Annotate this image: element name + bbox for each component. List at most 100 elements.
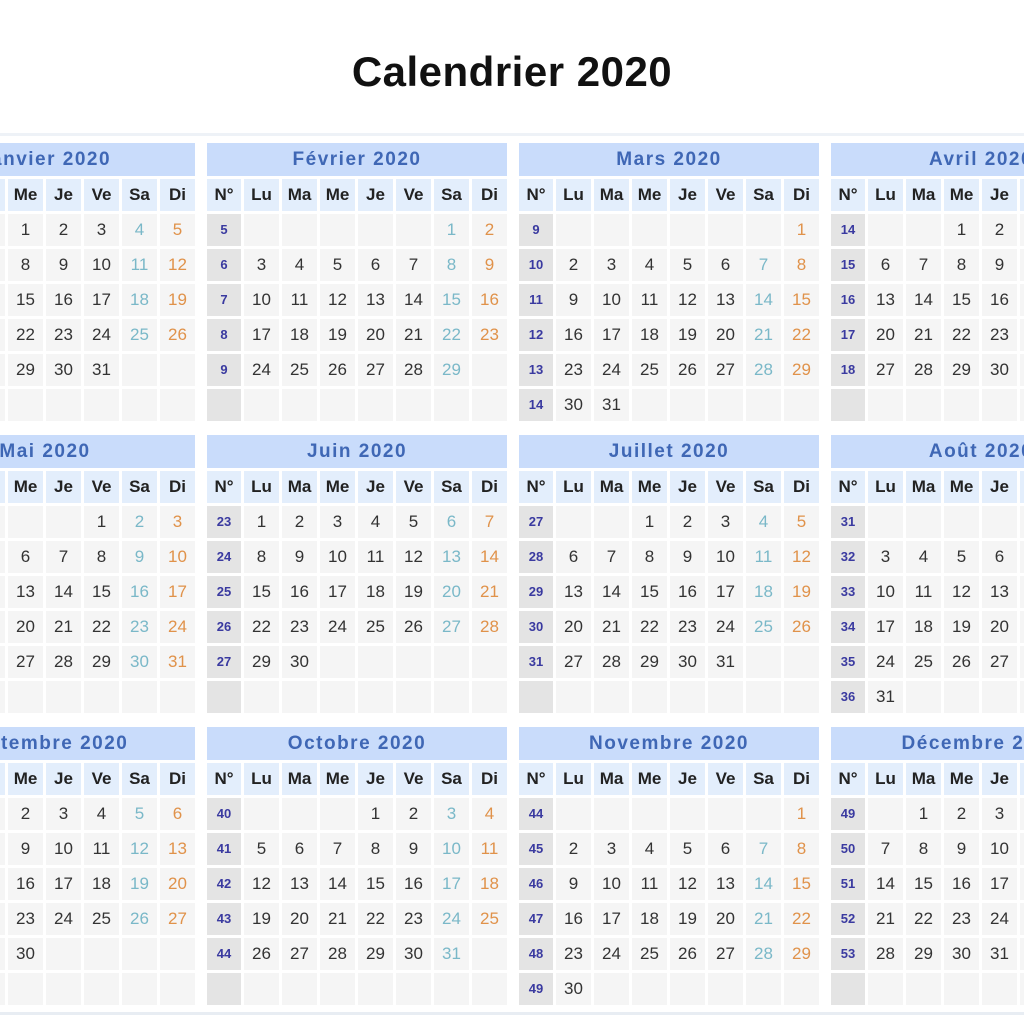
month-grid: N° Lu Ma Me Je Ve Sa Di 9 1 10 2 3 4 5 6 7 8 11 9 10 11 12 13 14… — [519, 179, 819, 421]
day-cell-sunday: 16 — [472, 284, 507, 316]
month-title: Octobre 2020 — [207, 727, 507, 760]
day-cell: 11 — [632, 284, 667, 316]
day-cell: 7 — [320, 833, 355, 865]
day-cell-sunday: 15 — [784, 284, 819, 316]
weekday-header: Ma — [282, 179, 317, 211]
day-cell-sunday — [160, 938, 195, 970]
week-number: 35 — [831, 646, 865, 678]
day-cell: 21 — [1020, 611, 1024, 643]
day-cell-sunday: 12 — [160, 249, 195, 281]
day-cell: 13 — [708, 284, 743, 316]
day-cell: 24 — [84, 319, 119, 351]
day-cell: 4 — [84, 798, 119, 830]
day-cell: 17 — [84, 284, 119, 316]
day-cell-sunday — [472, 973, 507, 1005]
day-cell: 5 — [244, 833, 279, 865]
day-cell — [868, 389, 903, 421]
day-cell: 1 — [244, 506, 279, 538]
day-cell: 22 — [0, 903, 5, 935]
day-cell: 6 — [358, 249, 393, 281]
week-number-header: N° — [519, 763, 553, 795]
weekday-header: Je — [46, 471, 81, 503]
week-number: 44 — [207, 938, 241, 970]
day-cell — [46, 973, 81, 1005]
week-number: 10 — [519, 249, 553, 281]
day-cell: 9 — [670, 541, 705, 573]
day-cell — [46, 938, 81, 970]
day-cell: 6 — [708, 249, 743, 281]
day-cell: 16 — [982, 284, 1017, 316]
day-cell: 27 — [982, 646, 1017, 678]
weekday-header: Me — [944, 471, 979, 503]
day-cell: 19 — [244, 903, 279, 935]
day-cell-sunday — [472, 354, 507, 386]
day-cell: 27 — [8, 646, 43, 678]
day-cell-saturday — [746, 214, 781, 246]
day-cell: 10 — [708, 541, 743, 573]
day-cell — [320, 681, 355, 713]
week-number: 48 — [519, 938, 553, 970]
weekday-header: Di — [784, 471, 819, 503]
month-grid: N°LuMaMeJeVeSaDi112345267891011123131415… — [0, 179, 195, 421]
weekday-header: Ve — [396, 763, 431, 795]
day-cell: 14 — [320, 868, 355, 900]
day-cell: 13 — [868, 284, 903, 316]
day-cell: 23 — [282, 611, 317, 643]
month-title: Décembre 2020 — [831, 727, 1024, 760]
week-number: 18 — [831, 354, 865, 386]
day-cell: 1 — [84, 506, 119, 538]
weekday-header: Me — [320, 471, 355, 503]
day-cell-sunday: 27 — [160, 903, 195, 935]
day-cell-sunday: 11 — [472, 833, 507, 865]
week-number: 6 — [207, 249, 241, 281]
divider — [0, 133, 1024, 136]
day-cell-saturday: 11 — [122, 249, 157, 281]
week-number: 26 — [207, 611, 241, 643]
week-number — [831, 389, 865, 421]
week-number: 32 — [831, 541, 865, 573]
weekday-header: Di — [160, 763, 195, 795]
day-cell: 6 — [868, 249, 903, 281]
week-number: 16 — [831, 284, 865, 316]
day-cell-saturday: 17 — [434, 868, 469, 900]
day-cell: 2 — [982, 214, 1017, 246]
week-number-header: N° — [207, 179, 241, 211]
day-cell: 11 — [906, 576, 941, 608]
day-cell: 1 — [8, 214, 43, 246]
day-cell-sunday: 26 — [160, 319, 195, 351]
day-cell: 27 — [556, 646, 591, 678]
day-cell: 9 — [46, 249, 81, 281]
week-number: 15 — [831, 249, 865, 281]
day-cell — [868, 506, 903, 538]
day-cell: 2 — [46, 214, 81, 246]
day-cell: 26 — [944, 646, 979, 678]
day-cell: 31 — [982, 938, 1017, 970]
month-grid: N°LuMaMeJeVeSaDi491234565078910111213511… — [831, 763, 1024, 1005]
day-cell: 24 — [868, 646, 903, 678]
day-cell: 8 — [0, 833, 5, 865]
week-number: 11 — [519, 284, 553, 316]
day-cell: 8 — [8, 249, 43, 281]
day-cell — [708, 389, 743, 421]
weekday-header: Di — [472, 763, 507, 795]
day-cell-sunday — [160, 681, 195, 713]
day-cell — [556, 506, 591, 538]
weekday-header: Ma — [282, 471, 317, 503]
day-cell-saturday: 15 — [434, 284, 469, 316]
day-cell: 25 — [1020, 903, 1024, 935]
weekday-header: Ma — [594, 471, 629, 503]
day-cell — [84, 681, 119, 713]
day-cell: 3 — [868, 541, 903, 573]
weekday-header: Me — [320, 763, 355, 795]
day-cell-saturday: 6 — [434, 506, 469, 538]
day-cell: 10 — [868, 576, 903, 608]
weekday-header: Ma — [906, 471, 941, 503]
month-panel: Janvier 2020N°LuMaMeJeVeSaDi112345267891… — [0, 143, 195, 421]
week-number: 47 — [519, 903, 553, 935]
day-cell: 8 — [632, 541, 667, 573]
day-cell: 4 — [282, 249, 317, 281]
day-cell-saturday: 5 — [122, 798, 157, 830]
day-cell — [944, 973, 979, 1005]
weekday-header: Ve — [84, 179, 119, 211]
day-cell — [982, 681, 1017, 713]
